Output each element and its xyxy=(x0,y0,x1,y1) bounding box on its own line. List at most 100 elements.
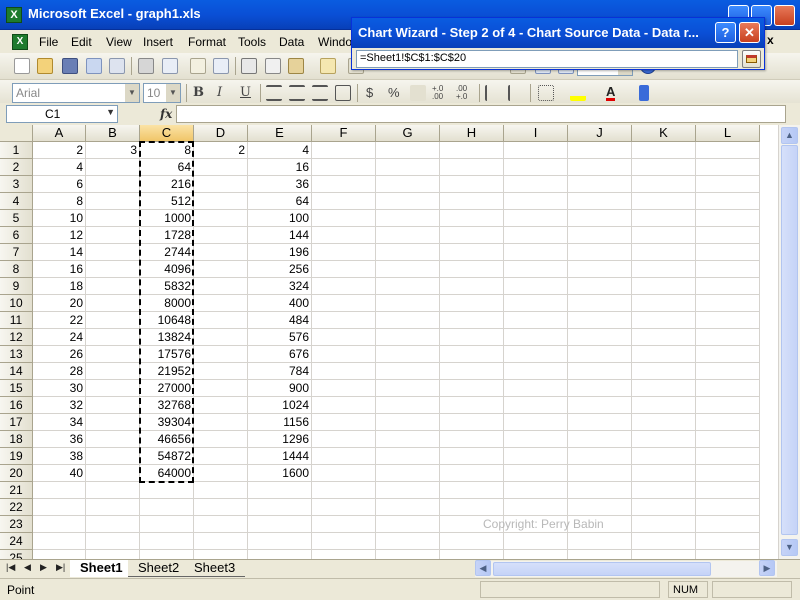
column-header-c[interactable]: C xyxy=(140,125,194,142)
underline-button[interactable]: U xyxy=(240,85,251,100)
cell-e2[interactable]: 16 xyxy=(248,159,311,176)
formula-input[interactable] xyxy=(176,105,786,123)
open-icon[interactable] xyxy=(37,58,53,74)
cell-c1[interactable]: 8 xyxy=(140,142,193,159)
cell-e6[interactable]: 144 xyxy=(248,227,311,244)
cell-a8[interactable]: 16 xyxy=(33,261,85,278)
row-header-21[interactable]: 21 xyxy=(0,482,33,499)
cell-c15[interactable]: 27000 xyxy=(140,380,193,397)
row-header-23[interactable]: 23 xyxy=(0,516,33,533)
borders-icon[interactable] xyxy=(538,85,554,101)
chevron-down-icon[interactable]: ▼ xyxy=(125,84,139,102)
cell-c6[interactable]: 1728 xyxy=(140,227,193,244)
cell-a4[interactable]: 8 xyxy=(33,193,85,210)
next-sheet-icon[interactable]: ▶ xyxy=(40,562,47,573)
column-header-g[interactable]: G xyxy=(376,125,440,142)
column-header-f[interactable]: F xyxy=(312,125,376,142)
copy-icon[interactable] xyxy=(265,58,281,74)
cell-c3[interactable]: 216 xyxy=(140,176,193,193)
cell-d1[interactable]: 2 xyxy=(194,142,247,159)
row-header-10[interactable]: 10 xyxy=(0,295,33,312)
cell-e16[interactable]: 1024 xyxy=(248,397,311,414)
horizontal-scroll-thumb[interactable] xyxy=(493,562,711,576)
expand-dialog-button[interactable] xyxy=(742,50,761,68)
font-name-combo[interactable]: Arial ▼ xyxy=(12,83,140,103)
cell-a7[interactable]: 14 xyxy=(33,244,85,261)
format-painter-icon[interactable] xyxy=(320,58,336,74)
cell-a11[interactable]: 22 xyxy=(33,312,85,329)
row-header-17[interactable]: 17 xyxy=(0,414,33,431)
cell-e20[interactable]: 1600 xyxy=(248,465,311,482)
font-color-button[interactable]: A xyxy=(606,85,616,101)
cell-c2[interactable]: 64 xyxy=(140,159,193,176)
cell-a1[interactable]: 2 xyxy=(33,142,85,159)
row-header-3[interactable]: 3 xyxy=(0,176,33,193)
cell-e1[interactable]: 4 xyxy=(248,142,311,159)
scroll-up-icon[interactable]: ▲ xyxy=(781,127,798,144)
cell-c9[interactable]: 5832 xyxy=(140,278,193,295)
vertical-scrollbar[interactable]: ▲ ▼ xyxy=(778,125,800,559)
scroll-right-icon[interactable]: ▶ xyxy=(759,560,775,576)
row-header-20[interactable]: 20 xyxy=(0,465,33,482)
bold-button[interactable]: B xyxy=(193,85,204,100)
menu-insert[interactable]: Insert xyxy=(143,35,173,49)
cell-e13[interactable]: 676 xyxy=(248,346,311,363)
cell-a16[interactable]: 32 xyxy=(33,397,85,414)
cell-e17[interactable]: 1156 xyxy=(248,414,311,431)
cell-e11[interactable]: 484 xyxy=(248,312,311,329)
scroll-left-icon[interactable]: ◀ xyxy=(475,560,491,576)
column-header-b[interactable]: B xyxy=(86,125,140,142)
help-button[interactable]: ? xyxy=(715,22,736,43)
comma-style-icon[interactable] xyxy=(410,85,426,101)
tab-sheet2[interactable]: Sheet2 xyxy=(128,560,190,577)
menu-tools[interactable]: Tools xyxy=(238,35,266,49)
chevron-down-icon[interactable]: ▼ xyxy=(166,84,180,102)
cell-a18[interactable]: 36 xyxy=(33,431,85,448)
dialog-close-button[interactable]: ✕ xyxy=(739,22,760,43)
percent-button[interactable]: % xyxy=(388,85,400,100)
new-icon[interactable] xyxy=(14,58,30,74)
decrease-decimal-button[interactable]: .00 +.0 xyxy=(456,85,478,101)
select-all-corner[interactable] xyxy=(0,125,33,142)
row-header-25[interactable]: 25 xyxy=(0,550,33,559)
paste-icon[interactable] xyxy=(288,58,304,74)
cell-a5[interactable]: 10 xyxy=(33,210,85,227)
cell-c17[interactable]: 39304 xyxy=(140,414,193,431)
increase-decimal-button[interactable]: +.0 .00 xyxy=(432,85,454,101)
menu-format[interactable]: Format xyxy=(188,35,226,49)
currency-button[interactable]: $ xyxy=(366,85,373,100)
cell-a2[interactable]: 4 xyxy=(33,159,85,176)
column-header-j[interactable]: J xyxy=(568,125,632,142)
row-header-16[interactable]: 16 xyxy=(0,397,33,414)
tab-sheet3[interactable]: Sheet3 xyxy=(184,560,246,577)
column-header-a[interactable]: A xyxy=(33,125,86,142)
cell-e14[interactable]: 784 xyxy=(248,363,311,380)
cell-c19[interactable]: 54872 xyxy=(140,448,193,465)
horizontal-scrollbar[interactable]: ◀ ▶ xyxy=(475,560,777,577)
align-center-icon[interactable] xyxy=(289,85,305,101)
row-header-1[interactable]: 1 xyxy=(0,142,33,159)
decrease-indent-icon[interactable] xyxy=(485,85,501,101)
row-header-11[interactable]: 11 xyxy=(0,312,33,329)
cell-a15[interactable]: 30 xyxy=(33,380,85,397)
align-left-icon[interactable] xyxy=(266,85,282,101)
menu-view[interactable]: View xyxy=(106,35,132,49)
row-header-18[interactable]: 18 xyxy=(0,431,33,448)
menu-window[interactable]: Windo xyxy=(318,35,352,49)
last-sheet-icon[interactable]: ▶| xyxy=(56,562,65,573)
row-header-5[interactable]: 5 xyxy=(0,210,33,227)
tab-sheet1[interactable]: Sheet1 xyxy=(70,560,133,577)
cell-c10[interactable]: 8000 xyxy=(140,295,193,312)
row-header-9[interactable]: 9 xyxy=(0,278,33,295)
cell-e7[interactable]: 196 xyxy=(248,244,311,261)
chevron-down-icon[interactable]: ▼ xyxy=(106,107,115,117)
row-header-2[interactable]: 2 xyxy=(0,159,33,176)
fill-color-icon[interactable] xyxy=(570,85,586,101)
column-header-l[interactable]: L xyxy=(696,125,760,142)
cell-c16[interactable]: 32768 xyxy=(140,397,193,414)
cell-a6[interactable]: 12 xyxy=(33,227,85,244)
row-header-22[interactable]: 22 xyxy=(0,499,33,516)
cell-a3[interactable]: 6 xyxy=(33,176,85,193)
cell-a9[interactable]: 18 xyxy=(33,278,85,295)
row-header-7[interactable]: 7 xyxy=(0,244,33,261)
